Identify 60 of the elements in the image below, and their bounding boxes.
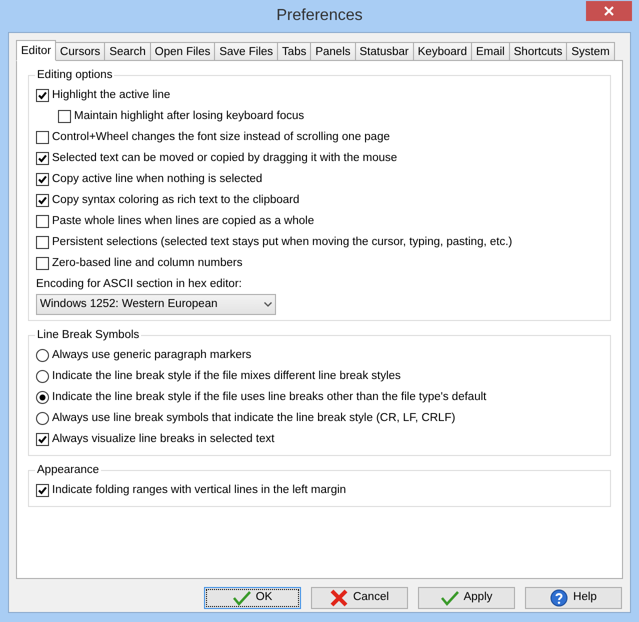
group-title: Line Break Symbols [35, 328, 142, 342]
checked-checkbox[interactable] [36, 484, 49, 497]
check-icon [440, 589, 459, 607]
checked-checkbox[interactable] [36, 194, 49, 207]
chevron-down-icon [264, 302, 272, 307]
checkbox[interactable] [36, 215, 49, 228]
checked-checkbox[interactable] [36, 152, 49, 165]
selected-radio-button[interactable] [36, 391, 49, 404]
checkbox[interactable] [36, 236, 49, 249]
radio-button[interactable] [36, 412, 49, 425]
cross-icon [330, 589, 348, 607]
checked-checkbox[interactable] [36, 89, 49, 102]
check-icon [232, 589, 251, 607]
checkbox[interactable] [36, 131, 49, 144]
checkbox-label[interactable]: Copy syntax coloring as rich text to the clipboard [52, 192, 300, 210]
radio-label[interactable]: Always use line break symbols that indicate the line break style (CR, LF, CRLF) [52, 410, 456, 428]
radio-label[interactable]: Indicate the line break style if the file uses line breaks other than the file type's default [52, 388, 486, 406]
dialog-button[interactable]: Cancel [311, 587, 408, 609]
radio-label[interactable]: Indicate the line break style if the file mixes different line break styles [52, 368, 401, 386]
tab[interactable]: Cursors [55, 42, 106, 60]
dialog-button[interactable]: OK [204, 587, 301, 609]
close-icon [604, 6, 614, 16]
dialog-button[interactable]: Apply [418, 587, 515, 609]
checkbox-label[interactable]: Zero-based line and column numbers [52, 254, 242, 272]
group-title: Appearance [35, 463, 102, 477]
tab[interactable]: Save Files [214, 42, 278, 60]
checked-checkbox[interactable] [36, 173, 49, 186]
radio-button[interactable] [36, 349, 49, 362]
dialog-button[interactable]: Help [525, 587, 622, 609]
close-button[interactable] [586, 1, 632, 21]
tab[interactable]: Email [470, 42, 510, 60]
checkbox-label[interactable]: Highlight the active line [52, 86, 170, 104]
tab[interactable]: Panels [310, 42, 356, 60]
radio-button[interactable] [36, 370, 49, 383]
checkbox-label[interactable]: Selected text can be moved or copied by dragging it with the mouse [52, 150, 398, 168]
tab[interactable]: Tabs [277, 42, 312, 60]
tab[interactable]: Editor [16, 40, 56, 61]
tab[interactable]: System [566, 42, 615, 60]
checkbox[interactable] [58, 110, 71, 123]
checkbox-label[interactable]: Always visualize line breaks in selected text [52, 430, 274, 448]
tab[interactable]: Keyboard [412, 42, 472, 60]
window-title: Preferences [276, 6, 363, 26]
question-mark-icon [550, 589, 568, 607]
checkbox-label[interactable]: Paste whole lines when lines are copied as a whole [52, 212, 314, 230]
checkbox-label[interactable]: Maintain highlight after losing keyboard focus [74, 108, 304, 126]
encoding-dropdown[interactable]: Windows 1252: Western European [36, 294, 276, 315]
checkbox-label[interactable]: Persistent selections (selected text stays put when moving the cursor, typing, pasting, etc.) [52, 234, 512, 252]
tab[interactable]: Shortcuts [508, 42, 568, 60]
tab[interactable]: Statusbar [354, 42, 414, 60]
tab[interactable]: Search [104, 42, 151, 60]
group-title: Editing options [35, 68, 114, 82]
checkbox-label[interactable]: Copy active line when nothing is selected [52, 170, 262, 188]
tab[interactable]: Open Files [150, 42, 216, 60]
radio-label[interactable]: Always use generic paragraph markers [52, 346, 252, 364]
dropdown-value: Windows 1252: Western European [40, 296, 218, 312]
checkbox-label[interactable]: Indicate folding ranges with vertical lines in the left margin [52, 482, 346, 500]
checkbox[interactable] [36, 257, 49, 270]
checked-checkbox[interactable] [36, 433, 49, 446]
field-label: Encoding for ASCII section in hex editor: [36, 277, 243, 292]
checkbox-label[interactable]: Control+Wheel changes the font size instead of scrolling one page [52, 128, 390, 146]
